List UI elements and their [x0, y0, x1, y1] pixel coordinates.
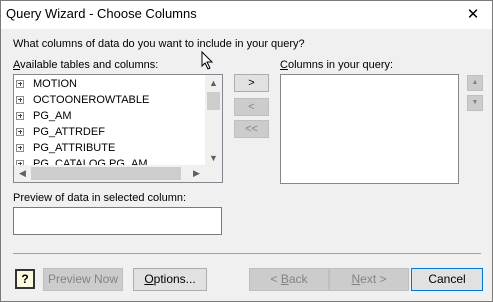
expand-icon[interactable]	[16, 144, 24, 152]
arrow-up-icon: ▲	[471, 79, 479, 86]
scroll-thumb[interactable]	[207, 92, 220, 110]
close-icon[interactable]: ✕	[457, 3, 489, 27]
cancel-button[interactable]: Cancel	[411, 268, 483, 291]
available-tables-list[interactable]: MOTION OCTOONEROWTABLE PG_AM PG_ATTRDEF …	[13, 74, 223, 183]
available-label: Available tables and columns:	[13, 59, 159, 71]
options-button[interactable]: Options...	[133, 268, 207, 291]
preview-field[interactable]	[13, 207, 222, 235]
remove-all-columns-button[interactable]: <<	[234, 120, 269, 138]
scroll-corner	[205, 165, 222, 182]
expand-icon[interactable]	[16, 112, 24, 120]
scroll-left-icon[interactable]: ◀	[14, 165, 31, 182]
preview-now-button[interactable]: Preview Now	[43, 268, 123, 291]
title-bar: Query Wizard - Choose Columns ✕	[1, 1, 492, 29]
list-item[interactable]: PG_ATTRDEF	[16, 124, 105, 140]
move-down-button[interactable]: ▼	[467, 95, 483, 111]
vertical-scrollbar[interactable]: ▲ ▼	[205, 75, 222, 167]
prompt-text: What columns of data do you want to incl…	[13, 38, 305, 50]
expand-icon[interactable]	[16, 80, 24, 88]
scroll-thumb[interactable]	[31, 167, 181, 180]
columns-label: Columns in your query:	[280, 59, 394, 71]
list-item[interactable]: PG_ATTRIBUTE	[16, 140, 115, 156]
help-icon: ?	[21, 272, 29, 286]
next-button[interactable]: Next >	[329, 268, 409, 291]
scroll-up-icon[interactable]: ▲	[205, 75, 222, 92]
move-up-button[interactable]: ▲	[467, 75, 483, 91]
scroll-right-icon[interactable]: ▶	[188, 165, 205, 182]
help-button[interactable]: ?	[15, 269, 35, 289]
arrow-down-icon: ▼	[471, 99, 479, 106]
expand-icon[interactable]	[16, 96, 24, 104]
list-item[interactable]: PG_AM	[16, 108, 72, 124]
window-title: Query Wizard - Choose Columns	[6, 6, 197, 21]
expand-icon[interactable]	[16, 128, 24, 136]
remove-column-button[interactable]: <	[234, 98, 269, 116]
query-wizard-dialog: Query Wizard - Choose Columns ✕ What col…	[0, 0, 493, 302]
back-button[interactable]: < Back	[249, 268, 329, 291]
preview-label: Preview of data in selected column:	[13, 192, 187, 204]
list-item[interactable]: OCTOONEROWTABLE	[16, 92, 149, 108]
list-item[interactable]: MOTION	[16, 76, 77, 92]
query-columns-list[interactable]	[280, 74, 459, 184]
add-column-button[interactable]: >	[234, 74, 269, 92]
separator	[13, 253, 481, 254]
mouse-cursor-icon	[201, 51, 214, 70]
horizontal-scrollbar[interactable]: ◀ ▶	[14, 165, 205, 182]
